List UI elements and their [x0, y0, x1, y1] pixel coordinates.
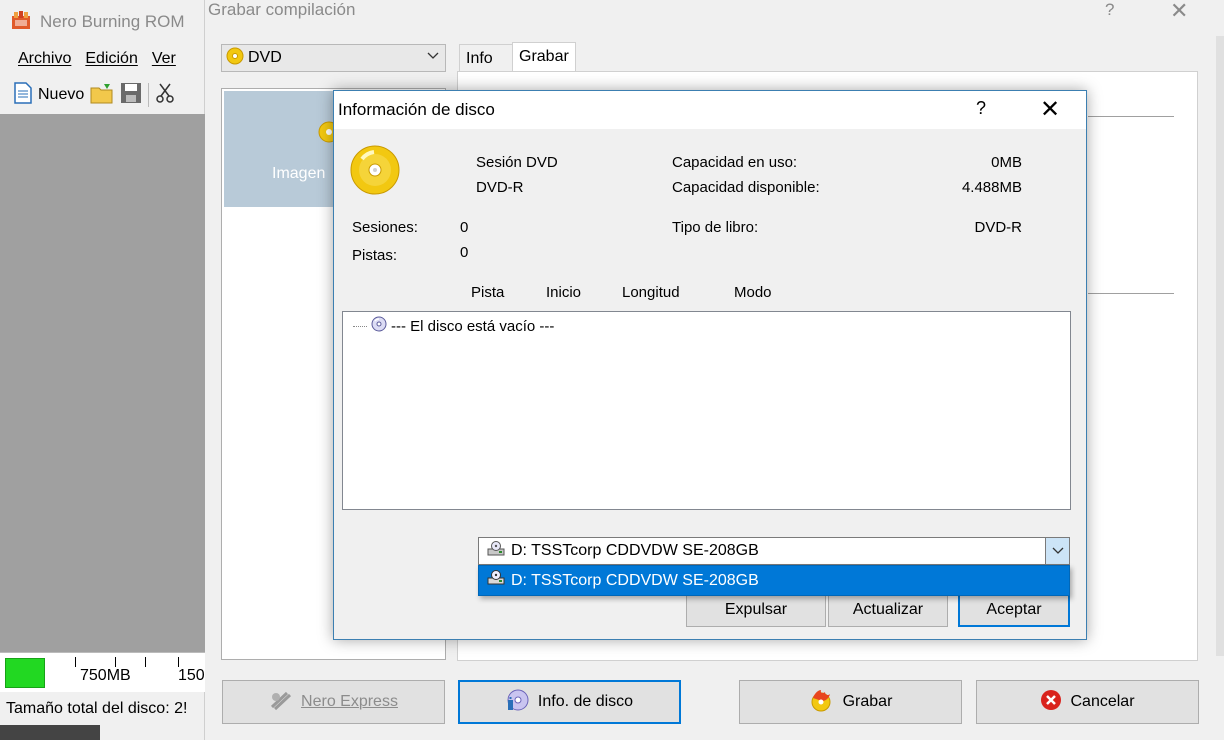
close-button[interactable]: ✕ [1170, 0, 1188, 24]
scrollbar[interactable] [1216, 36, 1224, 656]
tracks-value: 0 [460, 244, 469, 261]
column-header-start[interactable]: Inicio [546, 284, 581, 301]
burn-button[interactable]: Grabar [739, 680, 962, 724]
session-type: Sesión DVD [476, 154, 558, 171]
drive-icon [487, 570, 505, 591]
menu-ver[interactable]: Ver [152, 50, 176, 68]
capacity-tick [178, 657, 179, 667]
menu-archivo[interactable]: Archivo [18, 50, 71, 68]
disc-type-value: DVD [248, 49, 282, 66]
list-item[interactable]: --- El disco está vacío --- [353, 316, 554, 336]
accept-button[interactable]: Aceptar [958, 593, 1070, 627]
sessions-value: 0 [460, 219, 469, 236]
column-header-length[interactable]: Longitud [622, 284, 680, 301]
capacity-fill [5, 658, 45, 688]
menu-edicion[interactable]: Edición [85, 50, 137, 68]
dialog-close-button[interactable]: ✕ [1040, 95, 1060, 124]
nero-toolbar: Nuevo [0, 78, 205, 112]
dialog-titlebar: Información de disco ? ✕ [334, 91, 1086, 129]
nero-main-window: Nero Burning ROM Archivo Edición Ver Nue… [0, 0, 205, 740]
cancel-icon [1040, 689, 1062, 716]
chevron-down-icon[interactable] [1045, 538, 1069, 564]
toolbar-separator [148, 83, 150, 107]
burn-label: Grabar [842, 693, 893, 710]
cut-icon[interactable] [155, 82, 175, 109]
help-button[interactable]: ? [1105, 0, 1114, 20]
drive-select[interactable]: D: TSSTcorp CDDVDW SE-208GB [478, 537, 1070, 565]
book-type-label: Tipo de libro: [672, 219, 759, 236]
media-type: DVD-R [476, 179, 524, 196]
capacity-tick [115, 657, 116, 667]
tab-grabar[interactable]: Grabar [512, 42, 576, 72]
capacity-bar: 750MB 150 [0, 652, 205, 692]
used-capacity-label: Capacidad en uso: [672, 154, 798, 171]
nero-express-icon [269, 689, 293, 716]
disc-info-icon [506, 688, 530, 717]
track-list[interactable]: --- El disco está vacío --- [342, 311, 1071, 510]
drive-icon [487, 540, 505, 562]
divider [1088, 116, 1174, 117]
tracks-label: Pistas: [352, 247, 398, 264]
disc-info-label: Info. de disco [537, 693, 634, 710]
column-header-track[interactable]: Pista [471, 284, 504, 301]
sessions-label: Sesiones: [352, 219, 418, 236]
tree-connector [353, 325, 367, 327]
disc-type-select[interactable]: DVD [221, 44, 446, 72]
taskbar-strip [0, 725, 100, 740]
available-capacity-label: Capacidad disponible: [672, 179, 820, 196]
nero-workspace [0, 114, 205, 652]
dvd-disc-icon [350, 145, 400, 199]
nero-app-icon [10, 10, 32, 35]
used-capacity-value: 0MB [991, 154, 1022, 171]
capacity-tick [145, 657, 146, 667]
dvd-icon [226, 47, 244, 70]
status-bar: Tamaño total del disco: 2! [6, 700, 188, 717]
open-folder-icon[interactable] [90, 82, 114, 109]
compilation-title: Grabar compilación [208, 0, 356, 19]
nero-title-text: Nero Burning ROM [40, 12, 185, 31]
nero-menubar: Archivo Edición Ver [0, 44, 205, 74]
column-header-mode[interactable]: Modo [734, 284, 772, 301]
eject-button[interactable]: Expulsar [686, 593, 826, 627]
empty-disc-message: --- El disco está vacío --- [391, 317, 555, 335]
cancel-label: Cancelar [1070, 693, 1135, 710]
save-icon[interactable] [120, 82, 142, 109]
new-button[interactable]: Nuevo [38, 86, 84, 104]
capacity-label-750: 750MB [80, 667, 131, 684]
dialog-help-button[interactable]: ? [976, 98, 986, 119]
chevron-down-icon [427, 48, 439, 63]
nero-express-label: Nero Express [301, 693, 398, 710]
capacity-tick [75, 657, 76, 667]
cancel-button[interactable]: Cancelar [976, 680, 1199, 724]
book-type-value: DVD-R [974, 219, 1023, 236]
drive-select-value: D: TSSTcorp CDDVDW SE-208GB [511, 542, 759, 559]
list-item-label: Imagen [272, 165, 326, 182]
nero-title: Nero Burning ROM [10, 8, 185, 36]
divider [1088, 293, 1174, 294]
dialog-title: Información de disco [338, 100, 495, 119]
burn-icon [809, 688, 835, 717]
capacity-label-1500: 150 [178, 667, 205, 684]
available-capacity-value: 4.488MB [961, 179, 1022, 196]
drive-option-label: D: TSSTcorp CDDVDW SE-208GB [511, 571, 759, 589]
nero-express-button[interactable]: Nero Express [222, 680, 445, 724]
drive-option[interactable]: D: TSSTcorp CDDVDW SE-208GB [478, 565, 1070, 596]
new-document-icon[interactable] [14, 81, 32, 109]
cd-icon [371, 316, 387, 336]
tab-info[interactable]: Info [459, 44, 513, 72]
refresh-button[interactable]: Actualizar [828, 593, 948, 627]
disc-info-button[interactable]: Info. de disco [458, 680, 681, 724]
